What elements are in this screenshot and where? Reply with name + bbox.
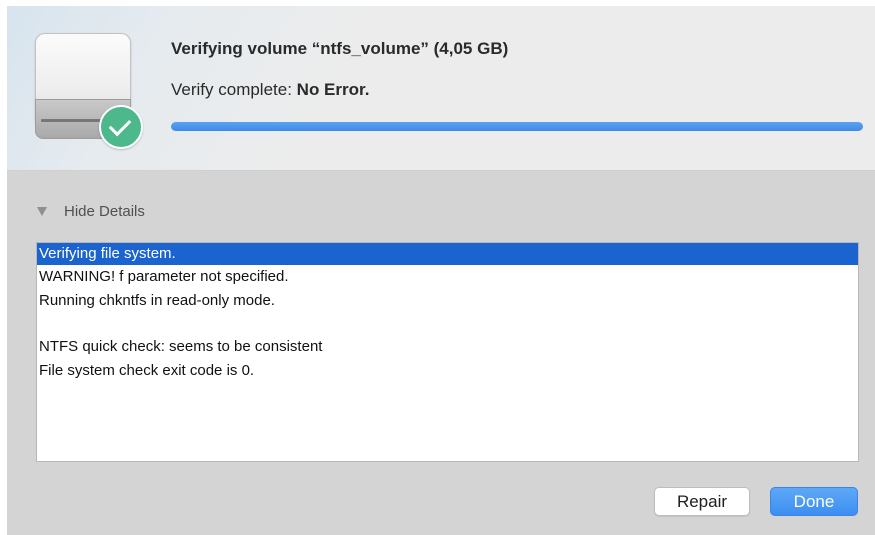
dialog-title: Verifying volume “ntfs_volume” (4,05 GB) xyxy=(171,39,509,58)
disclosure-triangle-icon[interactable] xyxy=(37,206,47,216)
disk-utility-sheet: Verifying volume “ntfs_volume” (4,05 GB)… xyxy=(7,6,875,535)
details-log[interactable]: Verifying file system. WARNING! f paramet… xyxy=(36,242,859,462)
drive-slot xyxy=(41,119,101,122)
progress-bar xyxy=(171,122,863,131)
hide-details-toggle[interactable]: Hide Details xyxy=(37,202,145,220)
log-line[interactable]: Running chkntfs in read-only mode. xyxy=(37,289,858,313)
log-line[interactable]: NTFS quick check: seems to be consistent xyxy=(37,335,858,359)
log-line[interactable]: WARNING! f parameter not specified. xyxy=(37,265,858,289)
done-button[interactable]: Done xyxy=(770,487,858,516)
log-line[interactable] xyxy=(37,313,858,335)
status-result: No Error. xyxy=(296,80,370,99)
repair-button[interactable]: Repair xyxy=(654,487,750,516)
log-line[interactable]: Verifying file system. xyxy=(37,243,858,265)
hide-details-label[interactable]: Hide Details xyxy=(64,203,145,220)
checkmark-icon xyxy=(99,105,143,149)
progress-fill xyxy=(171,122,863,131)
header-panel: Verifying volume “ntfs_volume” (4,05 GB)… xyxy=(7,6,875,171)
status-prefix: Verify complete: xyxy=(171,80,297,99)
log-line[interactable]: File system check exit code is 0. xyxy=(37,359,858,383)
status-text: Verify complete: No Error. xyxy=(171,80,369,100)
drive-icon xyxy=(35,33,143,149)
